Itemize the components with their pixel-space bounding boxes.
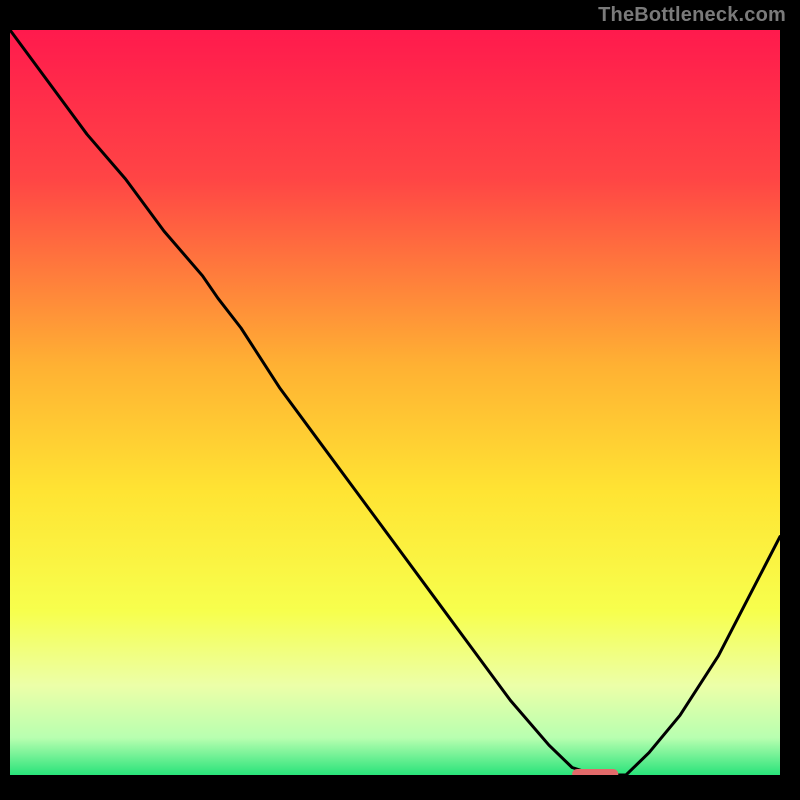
chart-frame: [10, 30, 780, 775]
gradient-background: [10, 30, 780, 775]
bottleneck-chart: [10, 30, 780, 775]
optimal-marker: [572, 769, 618, 775]
watermark-text: TheBottleneck.com: [598, 4, 786, 27]
